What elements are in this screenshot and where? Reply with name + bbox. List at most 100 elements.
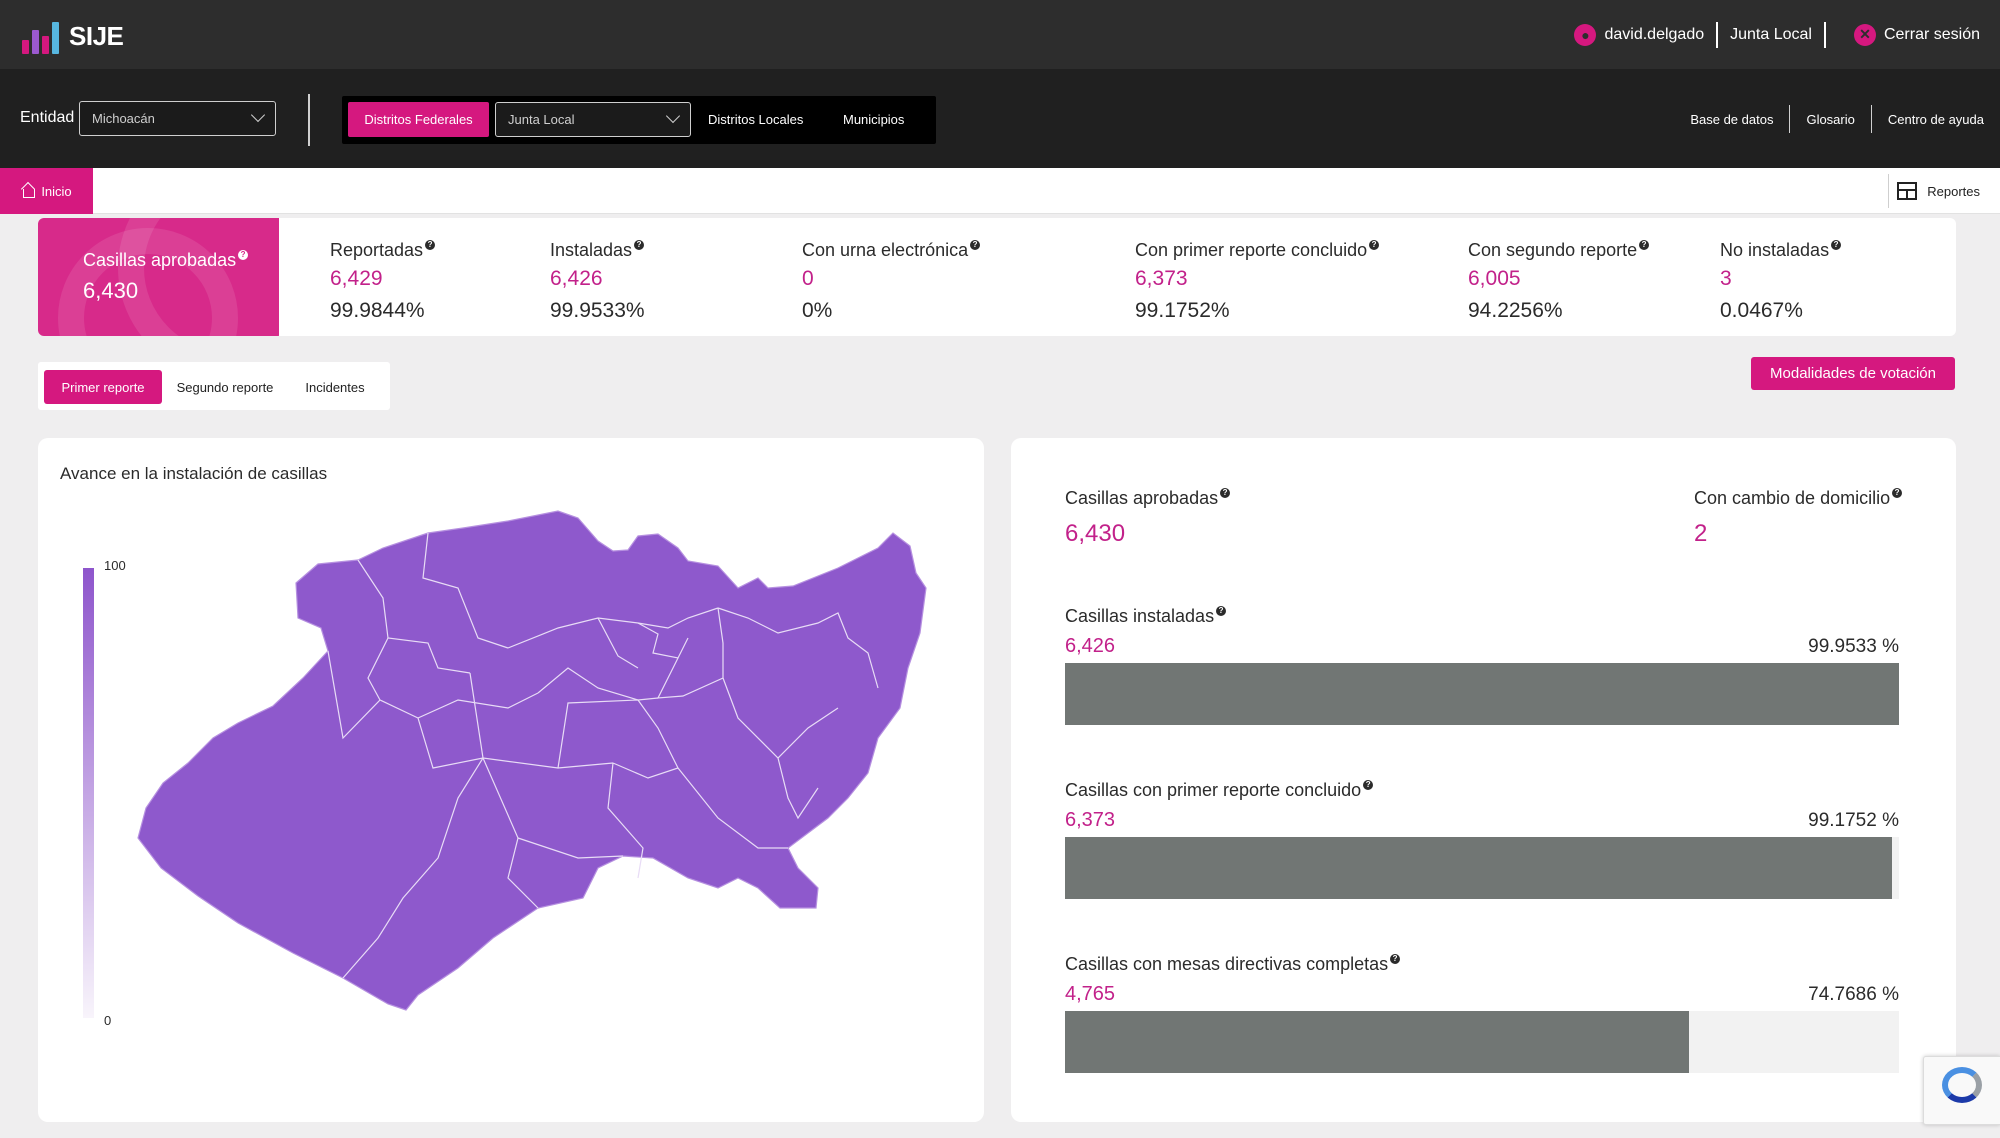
stat-label: Con segundo reporte? (1468, 240, 1650, 261)
primer-reporte-value: 6,373 (1065, 809, 1116, 831)
chart-bars-icon (22, 18, 59, 54)
cambio-domicilio-value: 2 (1694, 520, 1708, 547)
progress-panel: Casillas aprobadas? 6,430 Con cambio de … (1011, 438, 1956, 1122)
aprobadas-value: 6,430 (1065, 520, 1126, 547)
link-base-de-datos[interactable]: Base de datos (1674, 112, 1789, 127)
junta-select-value: Junta Local (508, 112, 575, 127)
primer-reporte-label: Casillas con primer reporte concluido? (1065, 780, 1374, 801)
stat-label: Instaladas? (550, 240, 645, 261)
help-icon[interactable]: ? (1216, 606, 1227, 616)
entidad-select[interactable]: Michoacán (79, 101, 276, 136)
stat-label-text: Reportadas (330, 240, 424, 260)
stat-percent: 99.9844% (330, 299, 425, 322)
header-links: Base de datos Glosario Centro de ayuda (1674, 99, 1984, 139)
tab-segundo-reporte[interactable]: Segundo reporte (168, 370, 282, 404)
divider (1716, 21, 1719, 48)
entidad-select-value: Michoacán (92, 111, 155, 126)
hero-label: Casillas aprobadas? (83, 250, 249, 271)
summary-hero: Casillas aprobadas? 6,430 (38, 218, 279, 336)
link-centro-de-ayuda[interactable]: Centro de ayuda (1872, 112, 1984, 127)
mesas-directivas-value: 4,765 (1065, 983, 1116, 1005)
summary-card: Casillas aprobadas? 6,430 Reportadas? 6,… (38, 218, 1956, 336)
progress-fill (1065, 663, 1899, 725)
stat-label-text: Con primer reporte concluido (1135, 240, 1368, 260)
chevron-down-icon (665, 108, 681, 124)
progress-fill (1065, 1011, 1689, 1073)
breadcrumb-home[interactable]: Inicio (0, 168, 93, 214)
stat-label-text: Con urna electrónica (802, 240, 969, 260)
help-icon[interactable]: ? (1220, 488, 1231, 498)
junta-select[interactable]: Junta Local (495, 102, 691, 137)
map-card: Avance en la instalación de casillas 100… (38, 438, 984, 1122)
stat-urna-electronica: Con urna electrónica? 0 0% (802, 240, 981, 323)
help-icon[interactable]: ? (238, 250, 249, 260)
stat-value: 3 (1720, 267, 1732, 290)
help-icon[interactable]: ? (1831, 240, 1842, 250)
stat-segundo-reporte: Con segundo reporte? 6,005 94.2256% (1468, 240, 1650, 323)
top-bar: SIJE ● david.delgado Junta Local ✕ Cerra… (0, 0, 2000, 69)
recaptcha-badge[interactable] (1923, 1056, 2000, 1125)
primer-reporte-label-text: Casillas con primer reporte concluido (1065, 780, 1362, 800)
table-icon (1897, 182, 1918, 200)
stat-percent: 99.9533% (550, 299, 645, 322)
app-name: SIJE (69, 21, 124, 51)
breadcrumb-bar: Inicio Reportes (0, 168, 2000, 214)
help-icon[interactable]: ? (1892, 488, 1903, 498)
user-role: Junta Local (1730, 25, 1812, 43)
chevron-down-icon (250, 107, 266, 123)
aprobadas-label: Casillas aprobadas? (1065, 488, 1231, 509)
state-shape[interactable] (137, 510, 927, 1011)
stat-value: 0 (802, 267, 814, 290)
michoacan-map[interactable] (38, 438, 984, 1122)
filter-bar: Entidad Michoacán Distritos Federales Ju… (0, 69, 2000, 168)
help-icon[interactable]: ? (1639, 240, 1650, 250)
mesas-directivas-label-text: Casillas con mesas directivas completas (1065, 954, 1389, 974)
help-icon[interactable]: ? (1363, 780, 1374, 790)
divider (1823, 21, 1826, 48)
stat-reportadas: Reportadas? 6,429 99.9844% (330, 240, 436, 323)
app-logo[interactable]: SIJE (22, 18, 124, 54)
district-type-selector: Distritos Federales Junta Local Distrito… (342, 96, 936, 144)
link-glosario[interactable]: Glosario (1790, 112, 1870, 127)
tab-municipios[interactable]: Municipios (843, 102, 904, 137)
tab-distritos-federales[interactable]: Distritos Federales (348, 102, 489, 137)
stat-percent: 99.1752% (1135, 299, 1230, 322)
reportes-label: Reportes (1927, 183, 1980, 199)
stat-no-instaladas: No instaladas? 3 0.0467% (1720, 240, 1842, 323)
stat-value: 6,005 (1468, 267, 1521, 290)
stat-value: 6,429 (330, 267, 383, 290)
tab-distritos-locales[interactable]: Distritos Locales (708, 102, 803, 137)
stat-value: 6,426 (550, 267, 603, 290)
user-icon: ● (1574, 23, 1597, 46)
primer-reporte-percent: 99.1752 % (1808, 810, 1899, 831)
entidad-label: Entidad (20, 109, 75, 126)
instaladas-label: Casillas instaladas? (1065, 606, 1227, 627)
logout-link[interactable]: Cerrar sesión (1884, 26, 1980, 44)
stat-label: No instaladas? (1720, 240, 1842, 261)
tab-incidentes[interactable]: Incidentes (290, 370, 380, 404)
help-icon[interactable]: ? (634, 240, 645, 250)
reportes-button[interactable]: Reportes (1888, 174, 1980, 208)
hero-label-text: Casillas aprobadas (83, 250, 237, 270)
instaladas-label-text: Casillas instaladas (1065, 606, 1215, 626)
help-icon[interactable]: ? (970, 240, 981, 250)
aprobadas-label-text: Casillas aprobadas (1065, 488, 1219, 508)
instaladas-value: 6,426 (1065, 635, 1116, 657)
close-circle-icon[interactable]: ✕ (1853, 23, 1876, 46)
modalidades-votacion-button[interactable]: Modalidades de votación (1751, 357, 1955, 390)
stat-label-text: No instaladas (1720, 240, 1830, 260)
mesas-directivas-label: Casillas con mesas directivas completas? (1065, 954, 1401, 975)
cambio-domicilio-label: Con cambio de domicilio? (1694, 488, 1903, 509)
stat-percent: 0% (802, 299, 833, 322)
user-name[interactable]: david.delgado (1604, 26, 1704, 44)
instaladas-percent: 99.9533 % (1808, 636, 1899, 657)
user-area: ● david.delgado Junta Local ✕ Cerrar ses… (1574, 0, 1980, 69)
stat-primer-reporte: Con primer reporte concluido? 6,373 99.1… (1135, 240, 1380, 323)
help-icon[interactable]: ? (425, 240, 436, 250)
stat-label: Con primer reporte concluido? (1135, 240, 1380, 261)
help-icon[interactable]: ? (1390, 954, 1401, 964)
divider (308, 94, 310, 146)
primer-reporte-progress-bar (1065, 837, 1899, 899)
tab-primer-reporte[interactable]: Primer reporte (44, 370, 162, 404)
help-icon[interactable]: ? (1369, 240, 1380, 250)
